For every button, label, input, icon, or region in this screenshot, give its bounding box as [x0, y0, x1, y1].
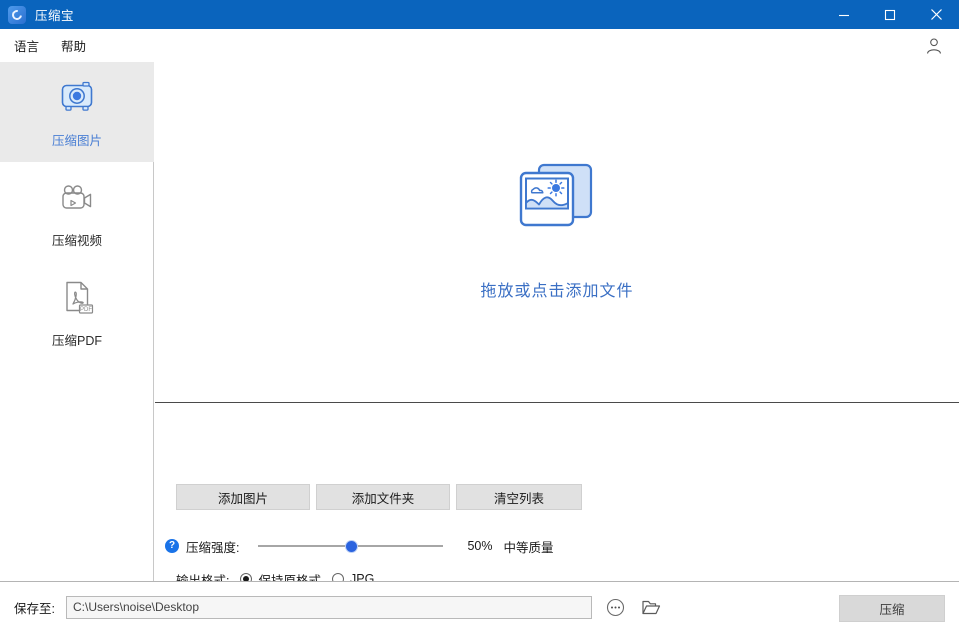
- file-action-buttons: 添加图片 添加文件夹 清空列表: [176, 484, 582, 510]
- sidebar-item-label: 压缩视频: [52, 230, 102, 249]
- sidebar-item-label: 压缩图片: [52, 130, 102, 149]
- slider-quality-text: 中等质量: [504, 537, 554, 556]
- compress-button[interactable]: 压缩: [839, 595, 945, 622]
- clear-list-button[interactable]: 清空列表: [456, 484, 582, 510]
- menu-item-help[interactable]: 帮助: [55, 33, 92, 58]
- sidebar-item-compress-video[interactable]: 压缩视频: [0, 162, 154, 262]
- sidebar-item-label: 压缩PDF: [52, 330, 102, 349]
- bottom-bar: 保存至: C:\Users\noise\Desktop 压缩: [0, 581, 959, 633]
- open-folder-icon[interactable]: [641, 598, 661, 618]
- photo-stack-icon: [511, 157, 603, 242]
- maximize-icon[interactable]: [867, 0, 913, 29]
- add-folder-button[interactable]: 添加文件夹: [316, 484, 450, 510]
- pdf-file-icon: PDF: [57, 275, 97, 321]
- dropzone-label: 拖放或点击添加文件: [480, 277, 633, 301]
- add-images-button[interactable]: 添加图片: [176, 484, 310, 510]
- save-to-label: 保存至:: [14, 598, 55, 617]
- minimize-icon[interactable]: [821, 0, 867, 29]
- window-title: 压缩宝: [35, 5, 74, 24]
- menu-item-language[interactable]: 语言: [8, 33, 45, 58]
- close-icon[interactable]: [913, 0, 959, 29]
- compression-strength-slider[interactable]: [258, 539, 443, 553]
- main-panel: 拖放或点击添加文件 添加图片 添加文件夹 清空列表 ? 压缩强度: 50% 中等…: [155, 62, 959, 581]
- file-dropzone[interactable]: 拖放或点击添加文件: [155, 62, 959, 403]
- sidebar-item-compress-image[interactable]: 压缩图片: [0, 62, 154, 162]
- compression-strength-row: ? 压缩强度: 50% 中等质量: [165, 536, 554, 556]
- user-account-icon[interactable]: [923, 35, 945, 57]
- options-panel: 添加图片 添加文件夹 清空列表 ? 压缩强度: 50% 中等质量 输出格式: 保…: [155, 403, 959, 581]
- sidebar: 压缩图片 压缩视频 PDF 压缩PDF: [0, 62, 154, 581]
- slider-thumb[interactable]: [345, 540, 358, 553]
- svg-text:PDF: PDF: [80, 307, 92, 313]
- window-controls: [821, 0, 959, 29]
- video-camera-icon: [57, 175, 97, 221]
- image-compress-icon: [57, 75, 97, 121]
- compression-strength-label: 压缩强度:: [186, 537, 239, 556]
- menu-bar: 语言 帮助: [0, 29, 959, 62]
- slider-value-text: 50%: [467, 539, 492, 553]
- sidebar-item-compress-pdf[interactable]: PDF 压缩PDF: [0, 262, 154, 362]
- more-options-icon[interactable]: [606, 598, 626, 618]
- app-logo-icon: [8, 6, 26, 24]
- save-path-input[interactable]: C:\Users\noise\Desktop: [66, 596, 592, 619]
- help-question-icon[interactable]: ?: [165, 539, 179, 553]
- title-bar: 压缩宝: [0, 0, 959, 29]
